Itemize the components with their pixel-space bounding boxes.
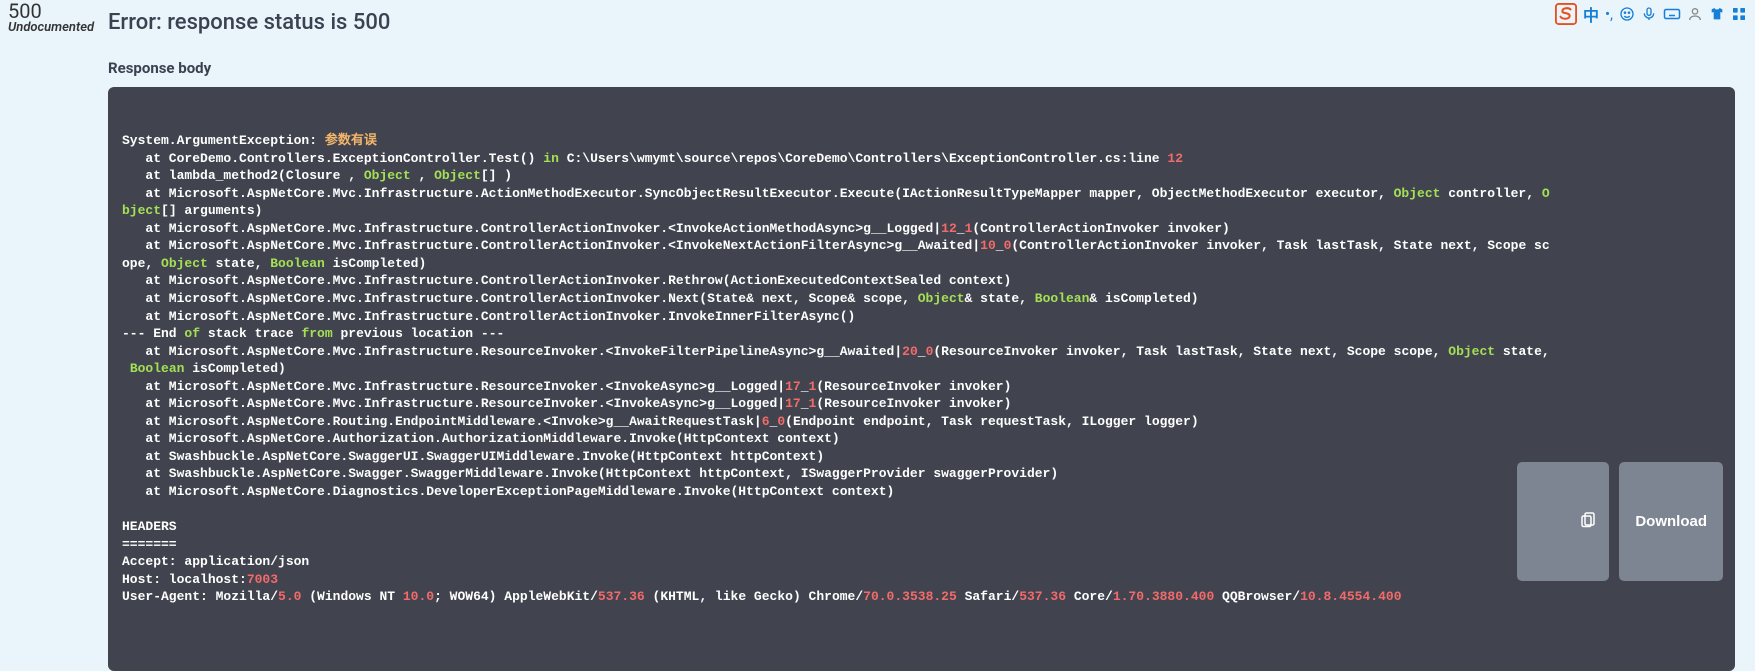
ime-taskbar: 中 •,: [1555, 2, 1747, 26]
ime-lang-icon[interactable]: 中: [1583, 2, 1599, 26]
status-code: 500: [8, 0, 108, 22]
error-heading: Error: response status is 500: [108, 10, 1735, 35]
response-body-code: System.ArgumentException: 参数有误 at CoreDe…: [108, 87, 1735, 671]
ime-emoji-icon[interactable]: [1619, 6, 1635, 22]
response-body-title: Response body: [108, 59, 1735, 77]
ime-mic-icon[interactable]: [1641, 6, 1657, 22]
status-label: Undocumented: [8, 20, 108, 35]
ime-keyboard-icon[interactable]: [1663, 6, 1681, 22]
download-button[interactable]: Download: [1619, 462, 1723, 581]
ime-skin-icon[interactable]: [1709, 6, 1725, 22]
sogou-icon[interactable]: [1555, 3, 1577, 25]
ime-toolbox-icon[interactable]: [1731, 6, 1747, 22]
copy-button[interactable]: [1517, 462, 1609, 581]
clipboard-icon: [1529, 512, 1597, 553]
ime-person-icon[interactable]: [1687, 6, 1703, 22]
stack-trace-text: System.ArgumentException: 参数有误 at CoreDe…: [122, 132, 1721, 606]
ime-punct-icon[interactable]: •,: [1605, 5, 1613, 23]
